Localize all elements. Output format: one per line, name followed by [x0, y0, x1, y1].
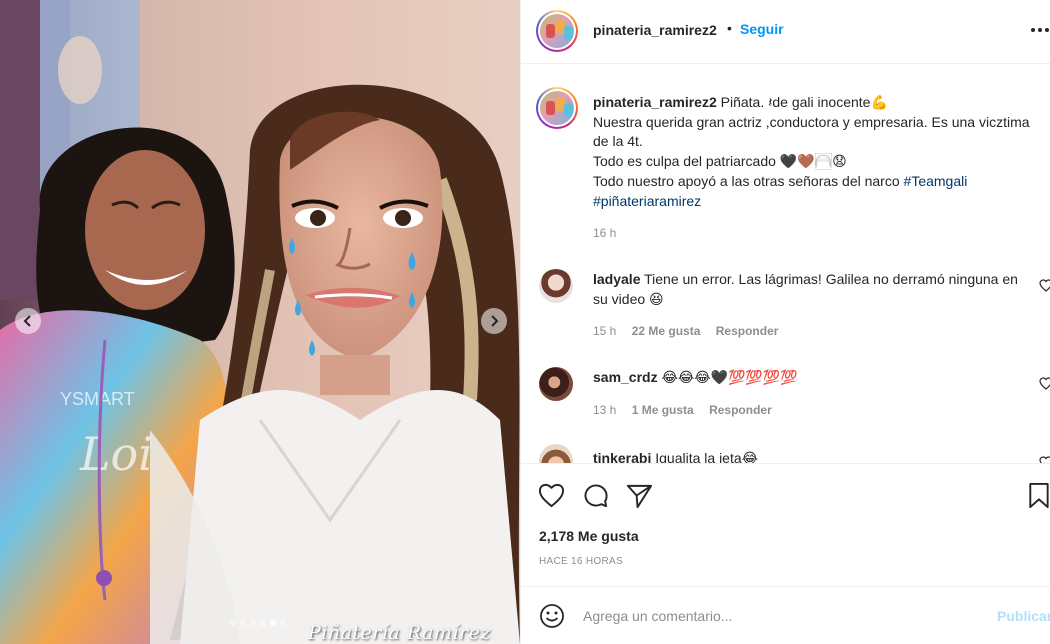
- comment-likes[interactable]: 1 Me gusta: [632, 403, 694, 417]
- comment-like-heart-icon[interactable]: [1039, 279, 1050, 292]
- comment-time[interactable]: 15 h: [593, 324, 616, 338]
- comment-bubble-icon[interactable]: [582, 482, 609, 509]
- comment-input[interactable]: [583, 605, 983, 627]
- chevron-right-icon: [491, 315, 499, 327]
- post-header: pinateria_ramirez2 • Seguir: [521, 0, 1050, 64]
- like-heart-icon[interactable]: [538, 482, 565, 509]
- save-bookmark-icon[interactable]: [1027, 482, 1049, 509]
- caption-timestamp[interactable]: 16 h: [593, 226, 616, 240]
- post-side-panel: pinateria_ramirez2 • Seguir pinateria_ra…: [520, 0, 1050, 644]
- caption-line-1: Piñata. 𝄽de gali inocente💪: [720, 94, 888, 110]
- carousel-dot: [280, 620, 286, 626]
- caption-author-avatar[interactable]: [536, 87, 578, 129]
- commenter-avatar[interactable]: [539, 269, 573, 303]
- commenter-avatar[interactable]: [539, 367, 573, 401]
- carousel-dot: [240, 620, 246, 626]
- carousel-dot: [260, 620, 266, 626]
- comments-list[interactable]: pinateria_ramirez2 Piñata. 𝄽de gali inoc…: [521, 65, 1050, 463]
- caption-line-2: Nuestra querida gran actriz ,conductora …: [593, 113, 1030, 150]
- carousel-indicator: [230, 620, 286, 626]
- commenter-avatar[interactable]: [539, 444, 573, 463]
- emoji-smiley-icon[interactable]: [539, 603, 565, 629]
- carousel-prev-button[interactable]: [15, 308, 41, 334]
- svg-text:YSMART: YSMART: [60, 389, 135, 409]
- comment-time[interactable]: 13 h: [593, 403, 616, 417]
- comment-like-heart-icon[interactable]: [1039, 377, 1050, 390]
- carousel-dot: [250, 620, 256, 626]
- post-caption: pinateria_ramirez2 Piñata. 𝄽de gali inoc…: [593, 93, 1033, 211]
- post-timestamp[interactable]: HACE 16 HORAS: [539, 556, 623, 567]
- share-paper-plane-icon[interactable]: [626, 482, 653, 509]
- caption-username[interactable]: pinateria_ramirez2: [593, 94, 717, 110]
- comment-body: sam_crdz 😂😂😂🖤💯💯💯💯: [593, 367, 1023, 387]
- comment-text: Igualita la jeta😂: [655, 450, 759, 463]
- comment-meta: 15 h 22 Me gusta Responder: [593, 324, 790, 338]
- hashtag-link[interactable]: #piñateriaramirez: [593, 193, 701, 209]
- caption-line-3: Todo es culpa del patriarcado 🖤🤎🦳😧: [593, 153, 847, 170]
- instagram-post-modal: Loi YSMART Piñatería Ramírez pinateria_r…: [0, 0, 1050, 644]
- comment-username[interactable]: tinkerabi: [593, 450, 651, 463]
- follow-button[interactable]: Seguir: [740, 21, 784, 37]
- comment-meta: 13 h 1 Me gusta Responder: [593, 403, 784, 417]
- photo-watermark: Piñatería Ramírez: [308, 622, 491, 644]
- comment-username[interactable]: ladyale: [593, 271, 640, 287]
- comment-body: tinkerabi Igualita la jeta😂: [593, 448, 1023, 463]
- comment-text: Tiene un error. Las lágrimas! Galilea no…: [593, 271, 1018, 307]
- more-horizontal-icon[interactable]: [1029, 22, 1050, 38]
- carousel-next-button[interactable]: [481, 308, 507, 334]
- author-avatar[interactable]: [536, 10, 578, 52]
- svg-text:Loi: Loi: [79, 427, 153, 481]
- chevron-left-icon: [23, 315, 31, 327]
- post-photo: Loi YSMART: [0, 0, 520, 644]
- comment-like-heart-icon[interactable]: [1039, 456, 1050, 463]
- post-media: Loi YSMART Piñatería Ramírez: [0, 0, 520, 644]
- separator-dot: •: [727, 20, 732, 36]
- comment-body: ladyale Tiene un error. Las lágrimas! Ga…: [593, 269, 1023, 309]
- reply-button[interactable]: Responder: [709, 403, 772, 417]
- comment-username[interactable]: sam_crdz: [593, 369, 658, 385]
- carousel-dot-active: [270, 620, 276, 626]
- likes-count[interactable]: 2,178 Me gusta: [539, 528, 639, 544]
- carousel-dot: [230, 620, 236, 626]
- reply-button[interactable]: Responder: [716, 324, 779, 338]
- publish-button[interactable]: Publicar: [997, 608, 1050, 624]
- add-comment-section: Publicar: [521, 586, 1050, 644]
- author-username[interactable]: pinateria_ramirez2: [593, 22, 717, 38]
- hashtag-link[interactable]: #Teamgali: [904, 173, 968, 189]
- post-actions: 2,178 Me gusta HACE 16 HORAS: [521, 463, 1050, 585]
- comment-text: 😂😂😂🖤💯💯💯💯: [661, 369, 798, 385]
- caption-line-4: Todo nuestro apoyó a las otras señoras d…: [593, 172, 900, 189]
- comment-likes[interactable]: 22 Me gusta: [632, 324, 701, 338]
